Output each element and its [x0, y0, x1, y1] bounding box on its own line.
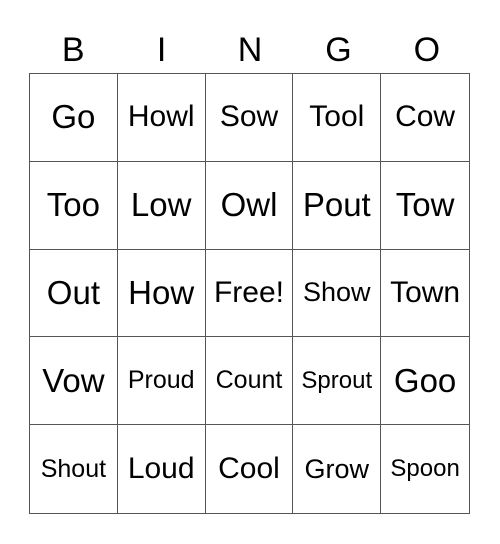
- bingo-cell[interactable]: How: [117, 249, 206, 338]
- header-letter-n: N: [237, 31, 263, 69]
- bingo-cell[interactable]: Sprout: [293, 337, 382, 426]
- bingo-header: B I N G O: [29, 30, 471, 70]
- header-letter-i: I: [156, 31, 167, 69]
- bingo-cell[interactable]: Sow: [205, 74, 294, 162]
- bingo-cell[interactable]: Pout: [293, 161, 382, 250]
- bingo-cell[interactable]: Owl: [205, 161, 294, 250]
- bingo-cell[interactable]: Cool: [206, 425, 294, 513]
- bingo-cell[interactable]: Out: [30, 249, 118, 338]
- bingo-cell[interactable]: Shout: [30, 425, 118, 513]
- bingo-cell[interactable]: Low: [117, 161, 206, 250]
- bingo-cell[interactable]: Tool: [293, 74, 382, 162]
- bingo-cell[interactable]: Count: [205, 337, 294, 426]
- bingo-cell[interactable]: Vow: [30, 337, 118, 426]
- bingo-card-grid: Go Howl Sow Tool Cow Too Low Owl Pout To…: [29, 73, 470, 514]
- bingo-cell[interactable]: Proud: [117, 337, 206, 426]
- bingo-cell[interactable]: Howl: [117, 74, 206, 162]
- header-letter-o: O: [413, 31, 441, 69]
- bingo-cell[interactable]: Goo: [381, 337, 469, 426]
- bingo-cell[interactable]: Grow: [293, 425, 382, 513]
- bingo-cell[interactable]: Town: [381, 250, 469, 338]
- bingo-cell[interactable]: Tow: [381, 162, 469, 250]
- header-letter-b: B: [61, 31, 85, 69]
- bingo-cell[interactable]: Show: [293, 249, 382, 338]
- bingo-cell[interactable]: Go: [30, 74, 118, 162]
- header-letter-g: G: [325, 31, 352, 69]
- free-space-cell[interactable]: Free!: [205, 249, 294, 338]
- bingo-cell[interactable]: Loud: [118, 425, 206, 513]
- bingo-cell[interactable]: Cow: [381, 74, 469, 162]
- bingo-cell[interactable]: Spoon: [381, 425, 469, 513]
- bingo-cell[interactable]: Too: [30, 161, 118, 250]
